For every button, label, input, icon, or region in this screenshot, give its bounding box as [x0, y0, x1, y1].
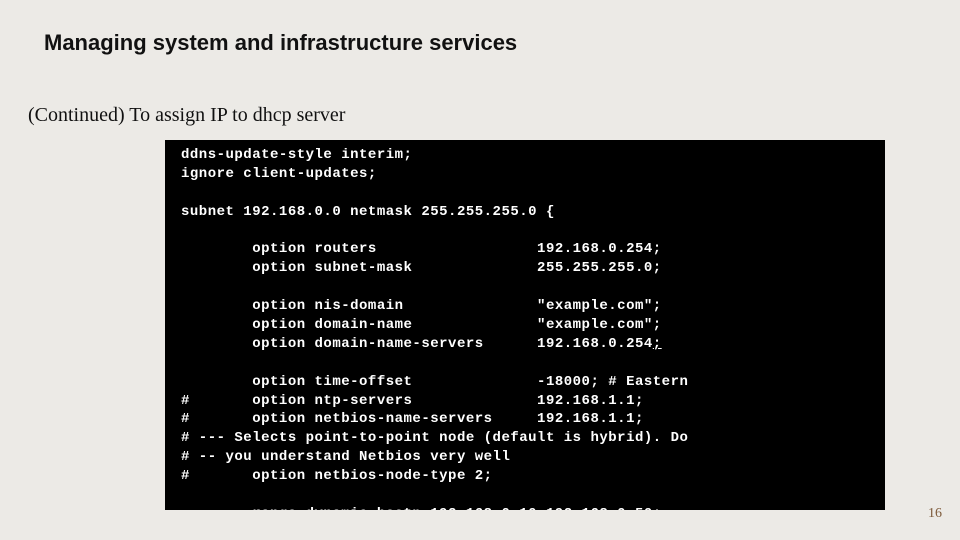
page-title: Managing system and infrastructure servi… — [44, 30, 517, 56]
config-line: option routers 192.168.0.254; — [181, 241, 662, 257]
config-line: ignore client-updates; — [181, 166, 377, 182]
config-line: ddns-update-style interim; — [181, 147, 412, 163]
config-line: range dynamic-bootp 192.168.0.10 192.168… — [181, 506, 662, 510]
config-line: # --- Selects point-to-point node (defau… — [181, 430, 688, 446]
config-line: # -- you understand Netbios very well — [181, 449, 510, 465]
section-subtitle: (Continued) To assign IP to dhcp server — [28, 104, 345, 127]
config-line: # option ntp-servers 192.168.1.1; — [181, 393, 644, 409]
config-line: option domain-name "example.com"; — [181, 317, 662, 333]
config-line: option subnet-mask 255.255.255.0; — [181, 260, 662, 276]
slide: Managing system and infrastructure servi… — [0, 0, 960, 540]
page-number: 16 — [928, 506, 942, 522]
config-line: # option netbios-node-type 2; — [181, 468, 493, 484]
config-line: subnet 192.168.0.0 netmask 255.255.255.0… — [181, 204, 555, 220]
config-line: option time-offset -18000; # Eastern — [181, 374, 688, 390]
config-line: option domain-name-servers 192.168.0.254 — [181, 336, 653, 352]
config-line-dns-semicolon: ; — [653, 336, 662, 352]
config-line: option nis-domain "example.com"; — [181, 298, 662, 314]
config-line: # option netbios-name-servers 192.168.1.… — [181, 411, 644, 427]
terminal-output: ddns-update-style interim; ignore client… — [165, 140, 885, 510]
